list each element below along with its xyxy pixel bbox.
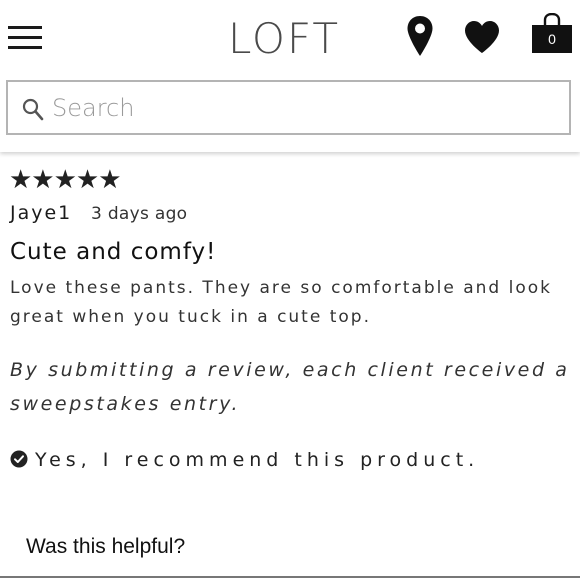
shopping-bag-icon[interactable]: 0 <box>530 12 574 53</box>
review-author: Jaye1 <box>10 202 73 224</box>
menu-bar <box>8 46 42 49</box>
review-body: Love these pants. They are so comfortabl… <box>10 278 552 327</box>
menu-icon[interactable] <box>8 26 42 50</box>
logo[interactable]: LOFT <box>228 12 352 66</box>
menu-bar <box>8 26 42 29</box>
review-disclaimer: By submitting a review, each client rece… <box>10 359 570 415</box>
star-rating: ★★★★★ <box>9 165 122 195</box>
heart-icon[interactable] <box>464 20 500 54</box>
heart-svg <box>465 21 499 53</box>
location-pin-svg <box>407 16 433 56</box>
helpful-prompt: Was this helpful? <box>26 535 186 558</box>
review-title: Cute and comfy! <box>10 239 217 265</box>
review-date: 3 days ago <box>91 204 188 224</box>
search-placeholder: Search <box>52 94 135 122</box>
site-header: LOFT 0 Search <box>0 0 580 152</box>
recommend-text: Yes, I recommend this product. <box>35 449 480 471</box>
location-pin-icon[interactable] <box>406 15 434 57</box>
divider <box>0 576 580 578</box>
bag-count: 0 <box>548 31 556 47</box>
check-circle-icon <box>10 450 28 468</box>
search-input[interactable]: Search <box>6 80 571 135</box>
search-icon <box>22 98 44 121</box>
menu-bar <box>8 36 42 39</box>
